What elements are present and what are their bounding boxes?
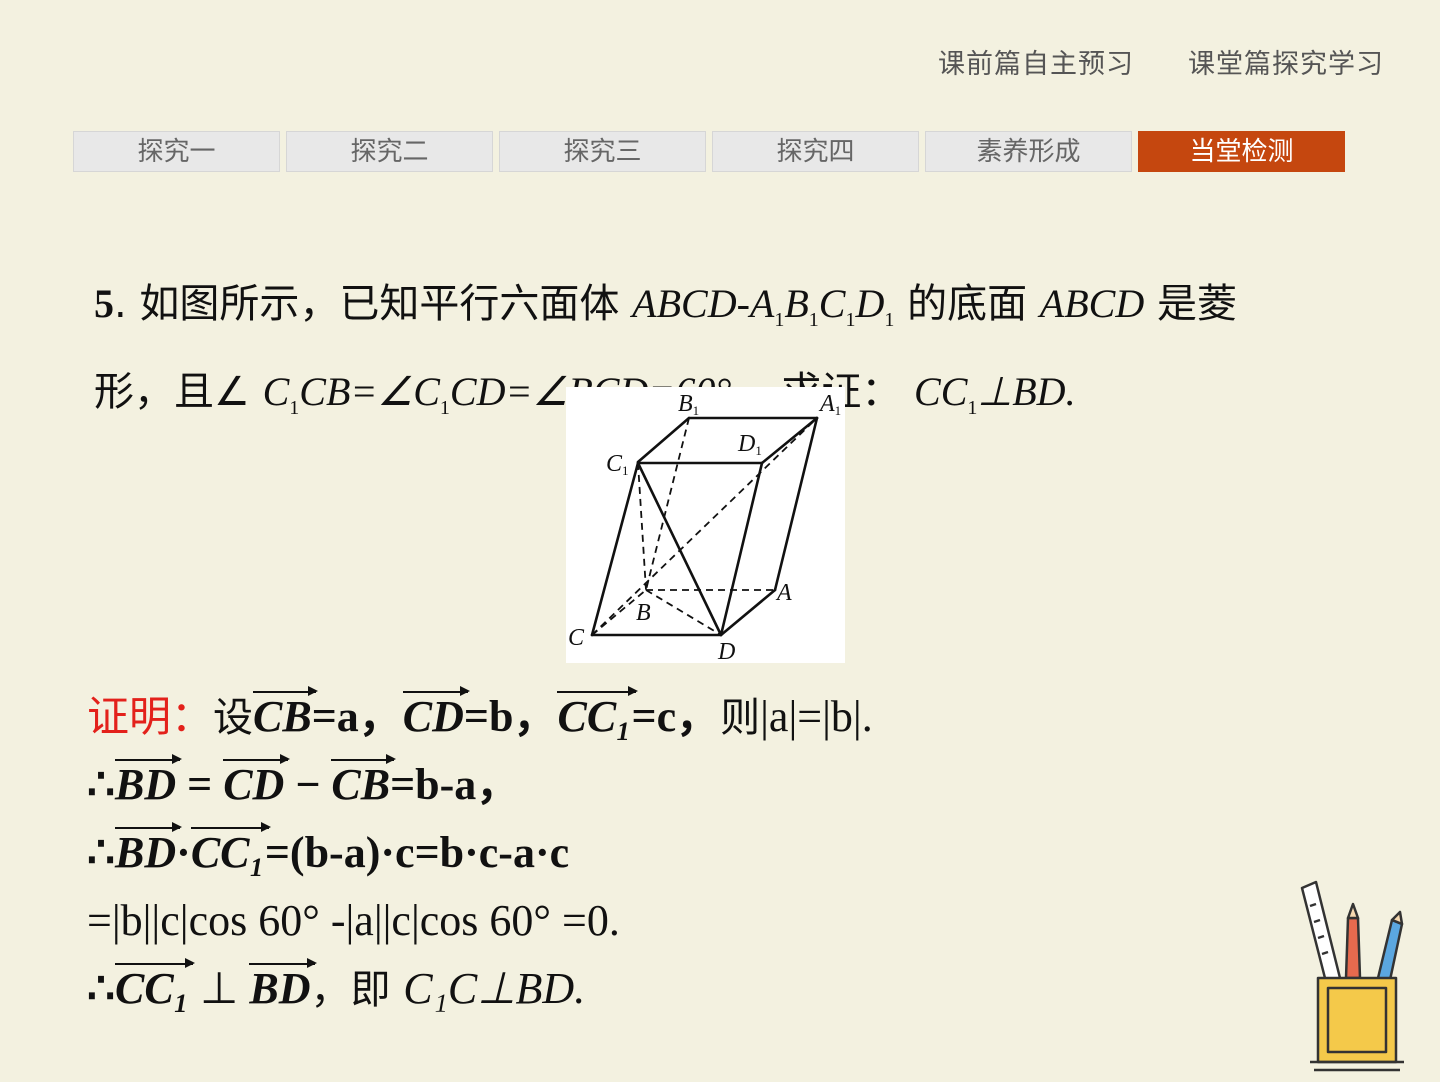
proof-block: 证明：设CB=a，CD=b，CC₁=c，则|a|=|b|. ∴BD = CD −… — [87, 683, 1287, 1023]
label-d: D — [717, 639, 735, 663]
text: 设 — [213, 695, 254, 741]
label-b1: B1 — [678, 391, 699, 418]
text: =(b-a)·c=b·c-a·c — [264, 828, 570, 877]
text: 即 — [350, 967, 404, 1013]
therefore-symbol: ∴ — [87, 964, 115, 1013]
math-conclusion: C₁C⊥BD. — [403, 964, 586, 1013]
parallelepiped-figure: B1 A1 D1 C1 A B C D — [566, 387, 845, 665]
nav-classroom[interactable]: 课堂篇探究学习 — [1188, 42, 1384, 81]
tab-explore-2[interactable]: 探究二 — [286, 131, 493, 172]
edge-a1a — [773, 416, 819, 592]
math-parallelepiped: ABCD-A1B1C1D1 — [632, 281, 895, 331]
vector-bd: BD — [115, 819, 183, 887]
text: =a， — [311, 692, 403, 741]
therefore-symbol: ∴ — [87, 828, 115, 877]
proof-line-3: ∴BD·CC₁=(b-a)·c=b·c-a·c — [87, 819, 1287, 887]
pencil-cup-icon — [1296, 878, 1426, 1078]
label-b: B — [636, 600, 651, 626]
tab-explore-1[interactable]: 探究一 — [73, 131, 280, 172]
edge-d1d — [719, 461, 764, 637]
vector-bd: BD — [115, 751, 183, 819]
text: = — [176, 760, 224, 809]
problem-text: 是菱 — [1144, 281, 1237, 327]
text: · — [176, 828, 191, 877]
problem-text: 的底面 — [894, 281, 1040, 327]
problem-number: 5 — [94, 281, 114, 326]
nav-preview[interactable]: 课前篇自主预习 — [938, 42, 1134, 81]
math-goal: CC1⊥BD. — [914, 369, 1076, 419]
tab-bar: 探究一 探究二 探究三 探究四 素养形成 当堂检测 — [73, 131, 1345, 172]
vector-cb: CB — [331, 751, 396, 819]
vector-cc1: CC₁ — [115, 955, 196, 1023]
text: − — [284, 760, 332, 809]
text: =b， — [463, 692, 558, 741]
proof-label: 证明： — [87, 692, 214, 741]
math-base: ABCD — [1039, 281, 1145, 326]
problem-text: . 如图所示，已知平行六面体 — [114, 281, 633, 327]
vector-cd: CD — [223, 751, 291, 819]
text: 则 — [720, 695, 761, 741]
edge-c1b — [637, 462, 647, 591]
edge-b1b — [645, 417, 690, 591]
proof-line-2: ∴BD = CD − CB=b-a， — [87, 751, 1287, 819]
vector-cc1: CC₁ — [190, 819, 271, 887]
tab-explore-3[interactable]: 探究三 — [499, 131, 706, 172]
label-a: A — [775, 580, 792, 606]
vector-cb: CB — [253, 683, 318, 751]
top-nav: 课前篇自主预习 课堂篇探究学习 — [938, 42, 1384, 81]
label-c1: C1 — [606, 451, 629, 478]
proof-line-4: =|b||c|cos 60° -|a||c|cos 60° =0. — [87, 896, 620, 945]
text: =c， — [631, 692, 721, 741]
tab-class-test[interactable]: 当堂检测 — [1138, 131, 1345, 172]
tab-explore-4[interactable]: 探究四 — [712, 131, 919, 172]
label-d1: D1 — [737, 431, 762, 458]
label-a1: A1 — [818, 391, 841, 418]
proof-line-5: ∴CC₁ ⊥ BD，即 C₁C⊥BD. — [87, 955, 1287, 1023]
therefore-symbol: ∴ — [87, 760, 115, 809]
vector-bd: BD — [249, 955, 317, 1023]
text: ， — [310, 967, 351, 1013]
vector-cc1: CC₁ — [557, 683, 638, 751]
label-c: C — [568, 625, 585, 651]
proof-line-1: 证明：设CB=a，CD=b，CC₁=c，则|a|=|b|. — [87, 683, 1287, 751]
problem-text: 形，且∠ — [94, 369, 263, 415]
figure-svg: B1 A1 D1 C1 A B C D — [568, 391, 841, 665]
edge-c1b1 — [636, 416, 691, 464]
vector-cd: CD — [402, 683, 471, 751]
text: ⊥ — [189, 964, 250, 1013]
edge-c1c — [590, 461, 640, 637]
text: |a|=|b|. — [760, 692, 873, 741]
text: =b-a， — [390, 760, 521, 809]
tab-literacy[interactable]: 素养形成 — [925, 131, 1132, 172]
